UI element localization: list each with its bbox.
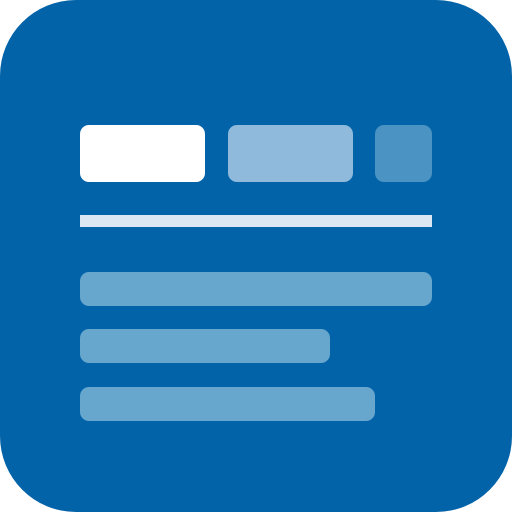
content-line-2 bbox=[80, 329, 330, 363]
header-divider bbox=[80, 215, 432, 227]
small-tab-shape bbox=[375, 125, 432, 182]
content-line-1 bbox=[80, 272, 432, 306]
secondary-tab-shape bbox=[228, 125, 353, 182]
active-tab-shape bbox=[80, 125, 205, 182]
document-list-app-icon bbox=[0, 0, 512, 512]
content-line-3 bbox=[80, 387, 375, 421]
